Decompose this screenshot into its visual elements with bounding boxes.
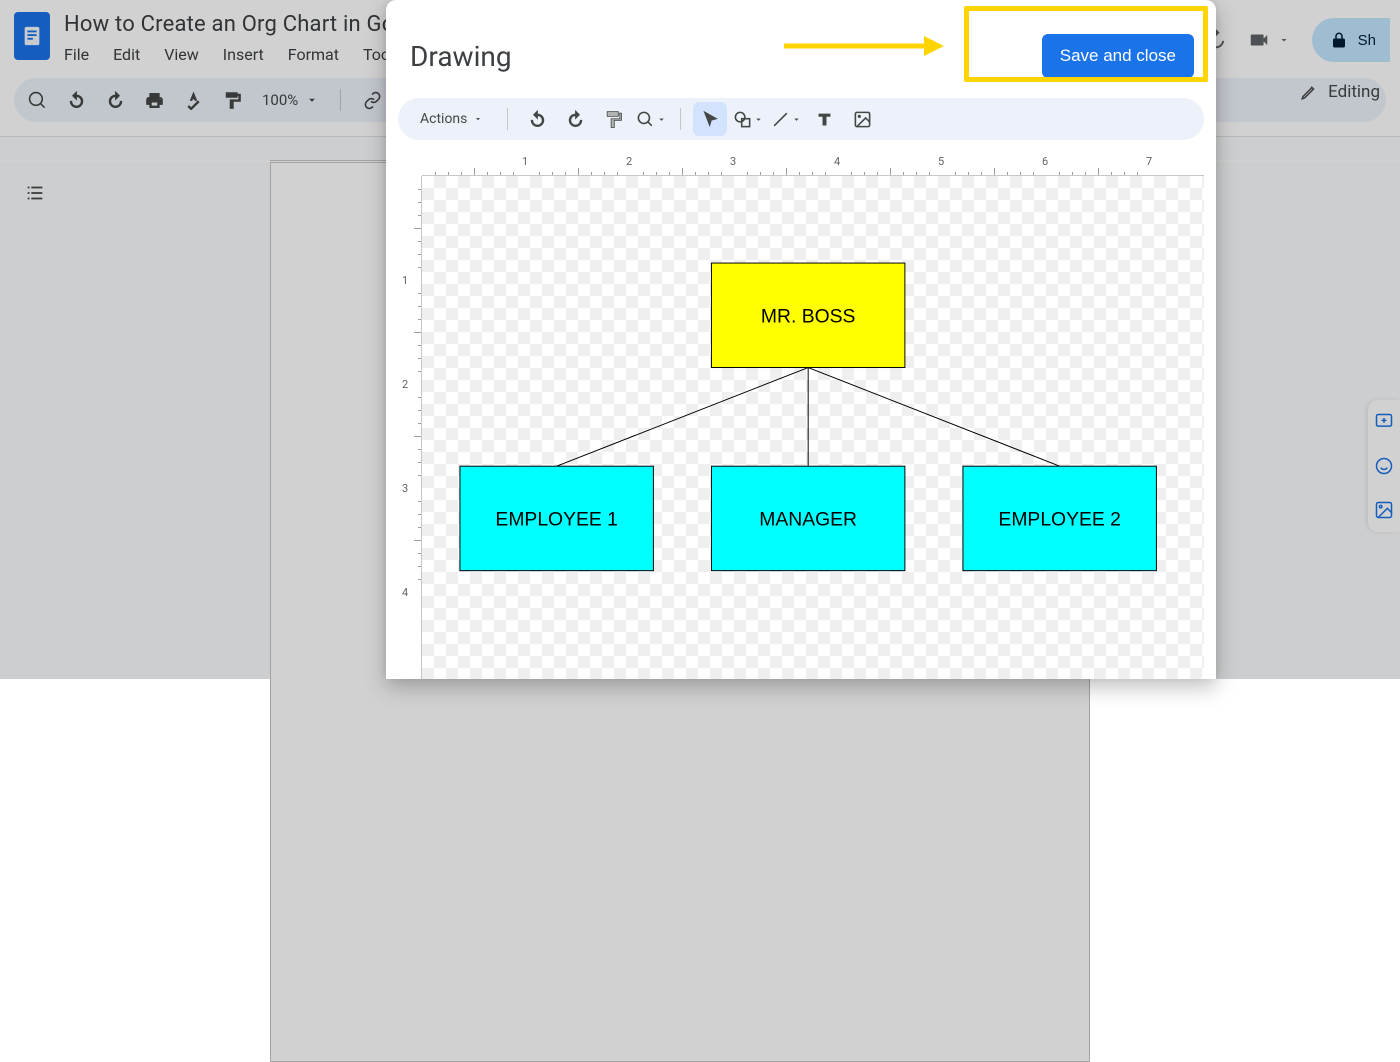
dialog-title: Drawing (410, 40, 512, 73)
actions-dropdown[interactable]: Actions (408, 105, 495, 133)
org-chart: MR. BOSS EMPLOYEE 1 MANAGER EMPLOYEE 2 (422, 176, 1204, 679)
redo-icon[interactable] (106, 91, 125, 110)
org-node-label: MR. BOSS (761, 305, 856, 327)
document-title[interactable]: How to Create an Org Chart in Go (64, 8, 414, 37)
save-and-close-button[interactable]: Save and close (1042, 34, 1194, 78)
side-panel (1368, 400, 1400, 532)
link-icon[interactable] (363, 91, 382, 110)
menu-file[interactable]: File (64, 41, 101, 68)
org-node-label: EMPLOYEE 1 (495, 508, 617, 530)
share-button[interactable]: Sh (1312, 18, 1390, 62)
menubar: File Edit View Insert Format Tools (64, 41, 414, 68)
drawing-canvas[interactable]: MR. BOSS EMPLOYEE 1 MANAGER EMPLOYEE 2 (422, 176, 1204, 679)
annotation-arrow-icon (784, 34, 944, 58)
emoji-icon[interactable] (1374, 456, 1394, 476)
zoom-dropdown[interactable]: 100% (262, 91, 318, 109)
insert-image-icon[interactable] (1374, 500, 1394, 520)
menu-view[interactable]: View (152, 41, 211, 68)
vertical-ruler: 1234 (398, 176, 422, 679)
redo-icon[interactable] (558, 102, 592, 136)
print-icon[interactable] (145, 91, 164, 110)
drawing-toolbar: Actions (398, 98, 1204, 140)
undo-icon[interactable] (520, 102, 554, 136)
meet-button[interactable] (1248, 29, 1290, 51)
paint-format-icon[interactable] (223, 91, 242, 110)
undo-icon[interactable] (67, 91, 86, 110)
drawing-canvas-area: 1234567 1234 MR. BOSS EMPLOYEE 1 MANAGER EM… (398, 152, 1204, 679)
shape-tool-icon[interactable] (731, 102, 765, 136)
zoom-tool-icon[interactable] (634, 102, 668, 136)
paint-format-icon[interactable] (596, 102, 630, 136)
menu-format[interactable]: Format (276, 41, 351, 68)
org-node-label: EMPLOYEE 2 (998, 508, 1120, 530)
google-docs-logo[interactable] (14, 12, 50, 60)
select-tool-icon[interactable] (693, 102, 727, 136)
add-comment-icon[interactable] (1374, 412, 1394, 432)
spellcheck-icon[interactable] (184, 91, 203, 110)
outline-icon[interactable] (24, 182, 46, 204)
horizontal-ruler: 1234567 (422, 152, 1204, 176)
image-tool-icon[interactable] (845, 102, 879, 136)
search-icon[interactable] (28, 91, 47, 110)
drawing-dialog: Drawing Save and close Actions (386, 0, 1216, 679)
menu-insert[interactable]: Insert (211, 41, 276, 68)
mode-dropdown[interactable]: Editing (1300, 82, 1380, 102)
textbox-tool-icon[interactable] (807, 102, 841, 136)
org-node-label: MANAGER (759, 508, 857, 530)
menu-edit[interactable]: Edit (101, 41, 152, 68)
line-tool-icon[interactable] (769, 102, 803, 136)
